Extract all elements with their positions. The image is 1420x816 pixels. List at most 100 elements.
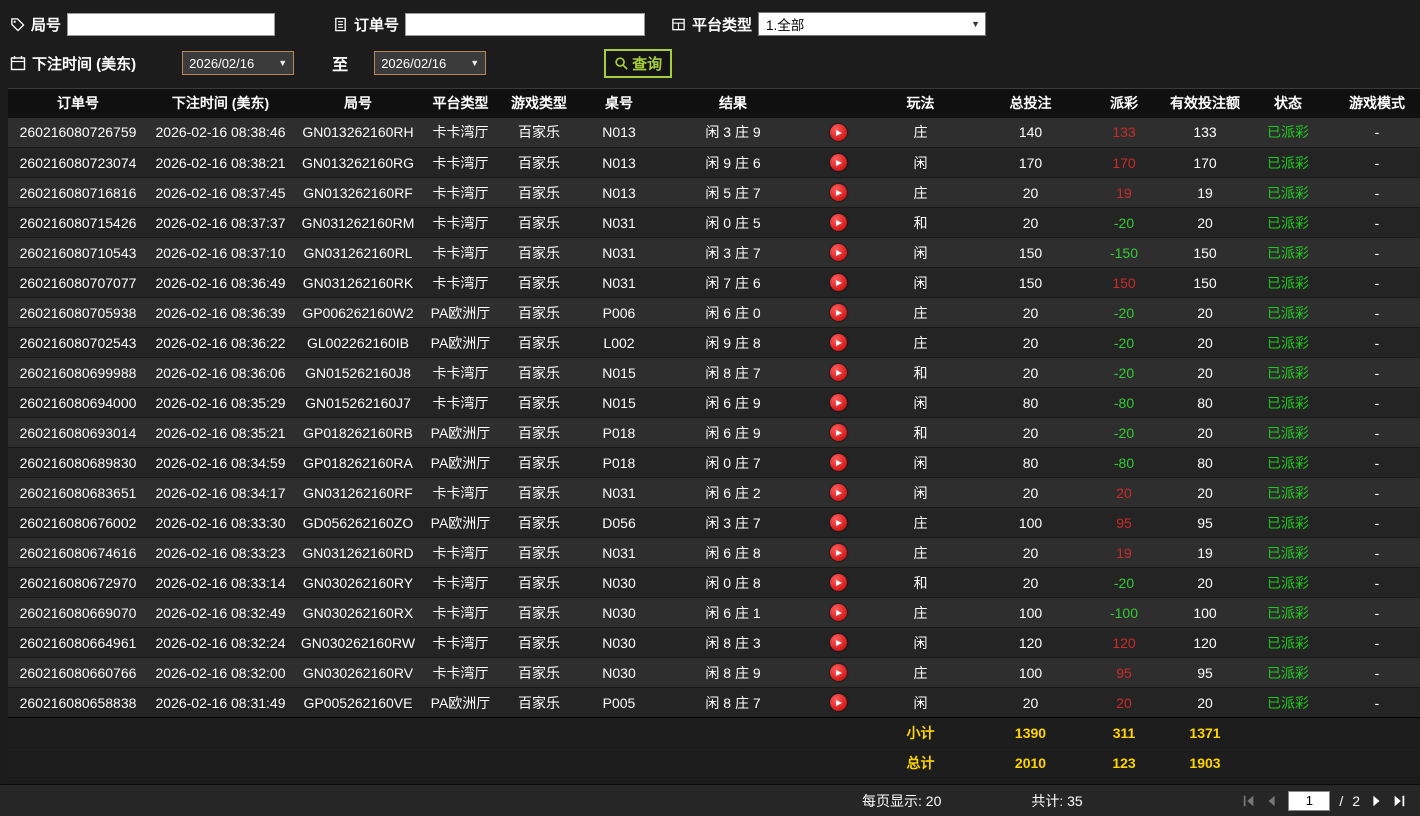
- table-row: 260216080699988 2026-02-16 08:36:06 GN0152…: [8, 357, 1420, 388]
- bet-time-filter: 下注时间 (美东): [10, 53, 136, 74]
- date-to-select[interactable]: 2026/02/16 ▼: [374, 51, 487, 75]
- next-page-button[interactable]: [1369, 794, 1383, 808]
- table-row: 260216080694000 2026-02-16 08:35:29 GN0152…: [8, 387, 1420, 418]
- cell-table-no: N030: [602, 664, 636, 681]
- replay-icon[interactable]: [829, 664, 847, 682]
- last-page-button[interactable]: [1392, 794, 1406, 808]
- cell-game-no: GN013262160RG: [301, 154, 415, 171]
- replay-icon[interactable]: [829, 394, 847, 412]
- cell-play: 和: [913, 424, 928, 441]
- cell-status: 已派彩: [1267, 694, 1309, 711]
- cell-result: 闲 9 庄 6: [705, 154, 761, 171]
- cell-valid-bet: 20: [1197, 694, 1213, 711]
- cell-valid-bet: 20: [1197, 214, 1213, 231]
- cell-game-type: 百家乐: [518, 364, 560, 381]
- cell-platform: 卡卡湾厅: [432, 544, 489, 561]
- table-row: 260216080716816 2026-02-16 08:37:45 GN0132…: [8, 177, 1420, 208]
- cell-order-no: 260216080672970: [19, 574, 137, 591]
- replay-icon[interactable]: [829, 214, 847, 232]
- cell-payout: 150: [1112, 274, 1136, 291]
- replay-icon[interactable]: [829, 484, 847, 502]
- cell-valid-bet: 20: [1197, 334, 1213, 351]
- cell-play: 闲: [913, 634, 928, 651]
- subtotal-total-bet: 1390: [973, 717, 1088, 748]
- cell-play: 庄: [913, 664, 928, 681]
- replay-icon[interactable]: [829, 514, 847, 532]
- cell-total-bet: 80: [1022, 394, 1039, 411]
- cell-payout: -100: [1109, 604, 1139, 621]
- cell-table-no: N015: [602, 364, 636, 381]
- cell-total-bet: 20: [1022, 214, 1039, 231]
- page-input[interactable]: [1288, 790, 1331, 811]
- col-header-play: 玩法: [868, 88, 973, 118]
- cell-mode: -: [1374, 334, 1380, 351]
- replay-icon[interactable]: [829, 244, 847, 262]
- cell-order-no: 260216080705938: [19, 304, 137, 321]
- cell-game-no: GN030262160RV: [302, 664, 414, 681]
- cell-replay: [808, 178, 868, 208]
- date-from-select[interactable]: 2026/02/16 ▼: [182, 51, 295, 75]
- replay-icon[interactable]: [829, 364, 847, 382]
- cell-order-no: 260216080699988: [19, 364, 137, 381]
- cell-replay: [808, 238, 868, 268]
- first-page-button[interactable]: [1242, 794, 1256, 808]
- cell-total-bet: 20: [1022, 694, 1039, 711]
- replay-icon[interactable]: [829, 604, 847, 622]
- game-no-input[interactable]: [67, 12, 276, 36]
- replay-icon[interactable]: [829, 424, 847, 442]
- cell-total-bet: 20: [1022, 184, 1039, 201]
- cell-result: 闲 3 庄 9: [705, 124, 761, 141]
- cell-game-no: GN031262160RD: [302, 544, 414, 561]
- cell-bet-time: 2026-02-16 08:38:21: [155, 154, 286, 171]
- cell-payout: 20: [1116, 484, 1132, 501]
- cell-game-type: 百家乐: [518, 544, 560, 561]
- replay-icon[interactable]: [829, 184, 847, 202]
- cell-total-bet: 140: [1018, 124, 1043, 141]
- table-row: 260216080674616 2026-02-16 08:33:23 GN0312…: [8, 537, 1420, 568]
- cell-result: 闲 9 庄 8: [705, 334, 761, 351]
- cell-platform: 卡卡湾厅: [432, 154, 489, 171]
- cell-table-no: D056: [602, 514, 636, 531]
- grand-total-total-bet: 2010: [973, 747, 1088, 778]
- cell-order-no: 260216080716816: [19, 184, 137, 201]
- replay-icon[interactable]: [829, 154, 847, 172]
- cell-total-bet: 20: [1022, 574, 1039, 591]
- cell-game-no: GD056262160ZO: [302, 514, 414, 531]
- cell-table-no: N031: [602, 484, 636, 501]
- cell-bet-time: 2026-02-16 08:37:10: [155, 244, 286, 261]
- cell-valid-bet: 170: [1193, 154, 1217, 171]
- replay-icon[interactable]: [829, 304, 847, 322]
- cell-status: 已派彩: [1267, 334, 1309, 351]
- cell-bet-time: 2026-02-16 08:35:21: [155, 424, 286, 441]
- replay-icon[interactable]: [829, 634, 847, 652]
- cell-game-type: 百家乐: [518, 184, 560, 201]
- col-header-order-no: 订单号: [8, 88, 148, 118]
- replay-icon[interactable]: [829, 334, 847, 352]
- cell-order-no: 260216080715426: [19, 214, 137, 231]
- replay-icon[interactable]: [829, 694, 847, 712]
- replay-icon[interactable]: [829, 544, 847, 562]
- cell-game-type: 百家乐: [518, 604, 560, 621]
- cell-result: 闲 3 庄 7: [705, 514, 761, 531]
- prev-page-button[interactable]: [1265, 794, 1279, 808]
- cell-status: 已派彩: [1267, 634, 1309, 651]
- replay-icon[interactable]: [829, 274, 847, 292]
- subtotal-valid-bet: 1371: [1160, 717, 1250, 748]
- cell-order-no: 260216080693014: [19, 424, 137, 441]
- cell-play: 庄: [913, 304, 928, 321]
- cell-result: 闲 7 庄 6: [705, 274, 761, 291]
- cell-game-no: GL002262160IB: [307, 334, 409, 351]
- replay-icon[interactable]: [829, 454, 847, 472]
- cell-order-no: 260216080676002: [19, 514, 137, 531]
- cell-total-bet: 100: [1018, 604, 1043, 621]
- query-button[interactable]: 查询: [604, 48, 673, 78]
- cell-platform: 卡卡湾厅: [432, 634, 489, 651]
- replay-icon[interactable]: [829, 574, 847, 592]
- replay-icon[interactable]: [829, 124, 847, 142]
- cell-order-no: 260216080669070: [19, 604, 137, 621]
- platform-select[interactable]: 1.全部 ▼: [758, 12, 987, 36]
- cell-replay: [808, 148, 868, 178]
- order-no-input[interactable]: [405, 12, 646, 36]
- cell-result: 闲 6 庄 9: [705, 394, 761, 411]
- cell-payout: 133: [1112, 124, 1136, 141]
